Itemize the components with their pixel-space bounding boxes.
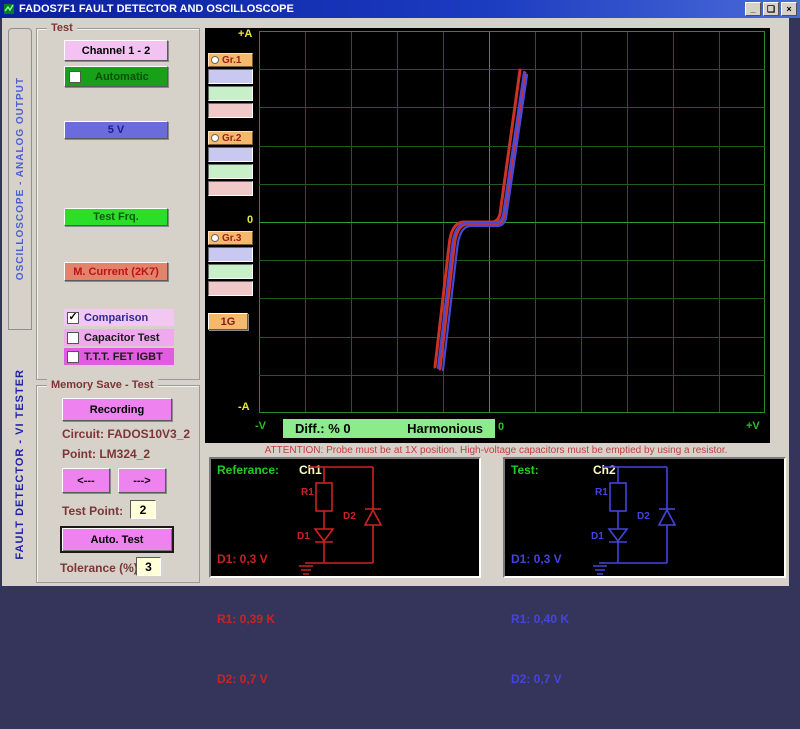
tab-fault-detector-vi-tester[interactable]: FAULT DETECTOR - VI TESTER [8, 338, 32, 590]
ttt-fet-igbt-label: T.T.T. FET IGBT [84, 350, 163, 363]
axis-label-plus-a: +A [238, 28, 253, 40]
close-button[interactable]: × [781, 2, 797, 16]
reference-r1-value: R1: 0,39 K [217, 612, 276, 626]
axis-label-zero-left: 0 [247, 214, 254, 226]
capacitor-test-label: Capacitor Test [84, 331, 160, 344]
comparison-checkbox[interactable]: ✓ [67, 311, 79, 324]
window-content: OSCILLOSCOPE - ANALOG OUTPUT FAULT DETEC… [2, 18, 789, 686]
automatic-label: Automatic [95, 70, 149, 83]
test-group-title: Test [47, 22, 77, 34]
group-3-selector[interactable]: Gr.3 [208, 231, 253, 245]
attention-warning-text: ATTENTION: Probe must be at 1X position.… [264, 445, 728, 456]
group-1-color-pink[interactable] [208, 103, 253, 118]
m-current-button[interactable]: M. Current (2K7) [64, 262, 168, 281]
axis-label-zero-bottom: 0 [498, 421, 505, 433]
recording-button[interactable]: Recording [62, 398, 172, 421]
memory-group-title: Memory Save - Test [47, 379, 158, 391]
harmonious-status: Harmonious [407, 421, 483, 436]
diff-status-bar: Diff.: % 0 Harmonious [283, 419, 495, 438]
window-title: FADOS7F1 FAULT DETECTOR AND OSCILLOSCOPE [19, 3, 294, 15]
tab-oscilloscope-analog-output[interactable]: OSCILLOSCOPE - ANALOG OUTPUT [8, 28, 32, 330]
next-point-button[interactable]: ---> [118, 468, 166, 493]
tab-fault-detector-label: FAULT DETECTOR - VI TESTER [14, 368, 26, 560]
test-d1-value: D1: 0,3 V [511, 552, 562, 566]
reference-r1-component-label: R1 [301, 487, 314, 498]
group-2-radio[interactable] [211, 134, 219, 142]
reference-circuit-panel: Referance: Ch1 D1: 0,3 V R1: 0,39 K D2: … [209, 457, 481, 686]
test-d2-component-label: D2 [637, 511, 650, 522]
ttt-fet-igbt-checkbox[interactable] [67, 350, 79, 363]
test-circuit-schematic: R1 D1 D2 [591, 466, 677, 575]
group-2-color-pink[interactable] [208, 181, 253, 196]
capacitor-test-checkbox[interactable] [67, 331, 79, 344]
reference-d1-component-label: D1 [297, 531, 310, 542]
tab-oscilloscope-label: OSCILLOSCOPE - ANALOG OUTPUT [14, 77, 26, 281]
group-2-color-blue[interactable] [208, 147, 253, 162]
reference-panel-title: Referance: [217, 463, 280, 477]
group-2-color-green[interactable] [208, 164, 253, 179]
group-1-selector[interactable]: Gr.1 [208, 53, 253, 67]
title-bar: FADOS7F1 FAULT DETECTOR AND OSCILLOSCOPE… [0, 0, 800, 18]
test-r1-value: R1: 0,40 K [511, 612, 570, 626]
automatic-checkbox[interactable] [69, 70, 81, 83]
reference-measurements: D1: 0,3 V R1: 0,39 K D2: 0,7 V [217, 509, 275, 729]
vi-curve-display[interactable] [259, 31, 765, 413]
comparison-label: Comparison [84, 311, 149, 324]
reference-d2-component-label: D2 [343, 511, 356, 522]
reference-d2-value: D2: 0,7 V [217, 672, 268, 686]
group-1-color-blue[interactable] [208, 69, 253, 84]
ttt-fet-igbt-checkbox-row[interactable]: T.T.T. FET IGBT [64, 348, 174, 365]
axis-label-plus-v: +V [746, 420, 760, 432]
minimize-button[interactable]: _ [745, 2, 761, 16]
tolerance-value[interactable]: 3 [136, 557, 161, 576]
group-3-radio[interactable] [211, 234, 219, 242]
group-3-label: Gr.3 [222, 232, 242, 244]
point-name-label: Point: LM324_2 [62, 447, 151, 461]
test-point-value[interactable]: 2 [130, 500, 156, 519]
restore-button[interactable]: ❏ [763, 2, 779, 16]
channel-1-2-button[interactable]: Channel 1 - 2 [64, 40, 168, 61]
voltage-button[interactable]: 5 V [64, 121, 168, 139]
axis-label-minus-a: -A [238, 401, 250, 413]
oscilloscope-panel: +A 0 -A -V 0 +V Gr.1 Gr.2 Gr.3 1G Diff.:… [205, 28, 770, 443]
group-2-selector[interactable]: Gr.2 [208, 131, 253, 145]
group-3-color-green[interactable] [208, 264, 253, 279]
group-3-color-blue[interactable] [208, 247, 253, 262]
test-r1-component-label: R1 [595, 487, 608, 498]
test-d1-component-label: D1 [591, 531, 604, 542]
test-panel-title: Test: [511, 463, 539, 477]
group-1-label: Gr.1 [222, 54, 242, 66]
group-2-label: Gr.2 [222, 132, 242, 144]
test-measurements: D1: 0,3 V R1: 0,40 K D2: 0,7 V [511, 509, 569, 729]
reference-d1-value: D1: 0,3 V [217, 552, 268, 566]
diff-value: Diff.: % 0 [295, 421, 351, 436]
test-point-label: Test Point: [62, 504, 124, 518]
application-window: FADOS7F1 FAULT DETECTOR AND OSCILLOSCOPE… [0, 0, 800, 686]
test-d2-value: D2: 0,7 V [511, 672, 562, 686]
test-frq-button[interactable]: Test Frq. [64, 208, 168, 226]
vi-curve-trace [436, 70, 526, 370]
comparison-checkbox-row[interactable]: ✓ Comparison [64, 309, 174, 326]
tolerance-label: Tolerance (%) [60, 561, 138, 575]
auto-test-button[interactable]: Auto. Test [60, 526, 174, 553]
test-circuit-panel: Test: Ch2 D1: 0,3 V R1: 0,40 K D2: 0,7 V [503, 457, 786, 686]
gain-1g-button[interactable]: 1G [208, 313, 248, 330]
capacitor-test-checkbox-row[interactable]: Capacitor Test [64, 329, 174, 346]
group-1-radio[interactable] [211, 56, 219, 64]
circuit-name-label: Circuit: FADOS10V3_2 [62, 427, 191, 441]
previous-point-button[interactable]: <--- [62, 468, 110, 493]
group-3-color-pink[interactable] [208, 281, 253, 296]
group-1-color-green[interactable] [208, 86, 253, 101]
axis-label-minus-v: -V [255, 420, 266, 432]
reference-circuit-schematic: R1 D1 D2 [297, 466, 383, 575]
automatic-toggle[interactable]: Automatic [64, 66, 168, 87]
app-icon [3, 3, 15, 15]
